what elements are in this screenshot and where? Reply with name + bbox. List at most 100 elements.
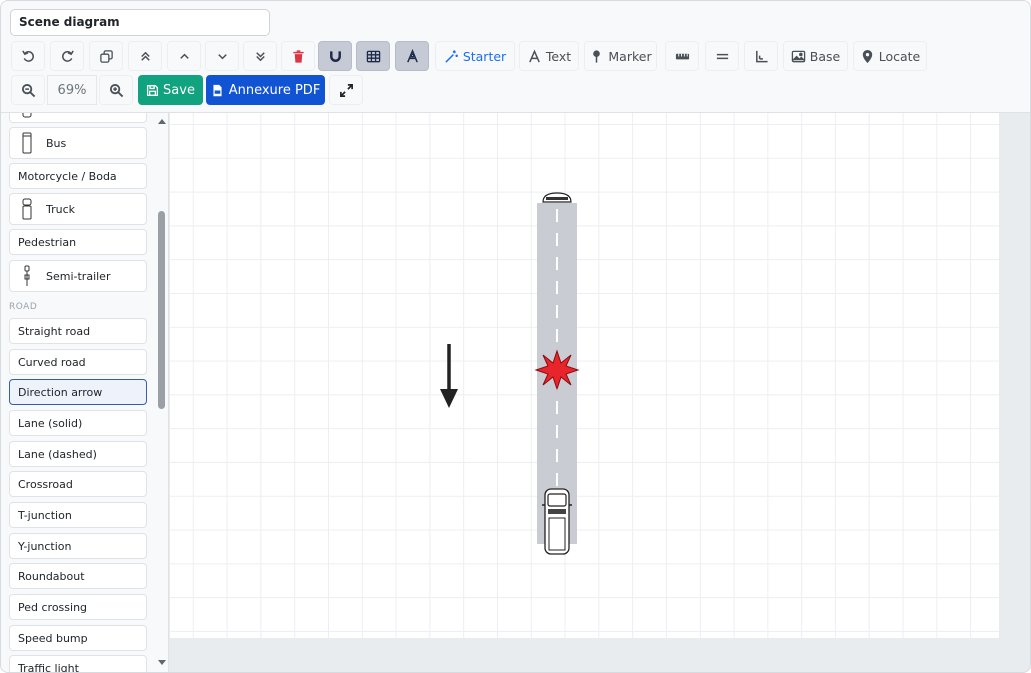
scroll-down-arrow[interactable] <box>156 658 168 668</box>
palette-item-label: Bus <box>46 136 67 150</box>
chevron-down-icon <box>217 53 227 59</box>
element-palette: Bus Motorcycle / Boda Truck Pedestrian S… <box>1 113 169 673</box>
redo-icon <box>61 50 74 62</box>
marker-tool-label: Marker <box>608 48 652 64</box>
palette-item-y-junction[interactable]: Y-junction <box>9 533 147 559</box>
trash-icon <box>292 49 304 63</box>
palette-item-label: Traffic light <box>18 661 79 673</box>
palette-item-truck[interactable]: Truck <box>9 193 147 225</box>
vector-pen-icon <box>406 48 418 62</box>
palette-item-label: Direction arrow <box>18 385 103 399</box>
bring-to-front-button[interactable] <box>128 41 162 71</box>
sidebar-scrollbar-thumb[interactable] <box>158 211 165 409</box>
send-backward-button[interactable] <box>205 41 239 71</box>
palette-item-straight-road[interactable]: Straight road <box>9 318 147 344</box>
parallel-lines-button[interactable] <box>705 41 739 71</box>
equal-lines-icon <box>716 53 728 59</box>
palette-item-label: Truck <box>46 202 76 216</box>
redo-button[interactable] <box>50 41 84 71</box>
draw-tool-toggle[interactable] <box>395 41 429 71</box>
truck-thumbnail-icon <box>22 198 32 220</box>
car-thumbnail-icon <box>22 113 32 118</box>
expand-icon <box>339 83 353 97</box>
palette-item-motorcycle[interactable]: Motorcycle / Boda <box>9 163 147 189</box>
palette-item-label: T-junction <box>18 508 72 522</box>
undo-icon <box>21 50 34 62</box>
palette-item-speed-bump[interactable]: Speed bump <box>9 625 147 651</box>
palette-item-curved-road[interactable]: Curved road <box>9 349 147 375</box>
palette-item-label: Speed bump <box>18 631 88 645</box>
palette-item-label: Motorcycle / Boda <box>18 169 117 183</box>
double-chevron-down-icon <box>255 51 265 61</box>
palette-item-label: Straight road <box>18 324 91 338</box>
text-icon <box>528 48 540 62</box>
bus-thumbnail-icon <box>22 132 32 154</box>
undo-button[interactable] <box>11 41 45 71</box>
set-square-icon <box>755 50 768 62</box>
section-label-road: ROAD <box>9 302 38 312</box>
palette-item-semi-trailer[interactable]: Semi-trailer <box>9 260 147 292</box>
marker-tool-button[interactable]: Marker <box>584 41 657 71</box>
base-map-label: Base <box>809 48 841 64</box>
palette-item-label: Crossroad <box>18 477 73 491</box>
save-label: Save <box>163 82 195 98</box>
palette-item-direction-arrow[interactable]: Direction arrow <box>9 379 147 405</box>
zoom-out-button[interactable] <box>11 75 45 105</box>
angle-ruler-button[interactable] <box>744 41 778 71</box>
palette-item-bus[interactable]: Bus <box>9 127 147 159</box>
pdf-file-icon <box>213 84 222 96</box>
palette-item-crossroad[interactable]: Crossroad <box>9 471 147 497</box>
locate-label: Locate <box>878 48 921 64</box>
palette-item-label: Lane (solid) <box>18 416 83 430</box>
app-window: Scene diagram Starter Text Marker Base L… <box>0 0 1031 673</box>
duplicate-button[interactable] <box>89 41 123 71</box>
zoom-level: 69% <box>47 75 97 105</box>
palette-item-label: Ped crossing <box>18 600 88 614</box>
locate-button[interactable]: Locate <box>853 41 927 71</box>
palette-item-pedestrian[interactable]: Pedestrian <box>9 229 147 255</box>
grid-toggle[interactable] <box>356 41 390 71</box>
text-tool-button[interactable]: Text <box>519 41 579 71</box>
palette-item-label: Y-junction <box>18 539 72 553</box>
scroll-up-arrow[interactable] <box>156 116 168 126</box>
magnet-icon <box>329 50 341 62</box>
palette-item-car[interactable] <box>9 113 147 123</box>
toolbar: Scene diagram Starter Text Marker Base L… <box>1 1 1030 113</box>
diagram-title-input[interactable]: Scene diagram <box>10 9 270 36</box>
palette-item-lane-solid[interactable]: Lane (solid) <box>9 410 147 436</box>
palette-item-ped-crossing[interactable]: Ped crossing <box>9 594 147 620</box>
starter-label: Starter <box>462 48 507 64</box>
fullscreen-button[interactable] <box>329 75 363 105</box>
palette-item-roundabout[interactable]: Roundabout <box>9 563 147 589</box>
bring-forward-button[interactable] <box>167 41 201 71</box>
palette-item-traffic-light[interactable]: Traffic light <box>9 655 147 673</box>
direction-arrow[interactable] <box>440 344 458 408</box>
grid-icon <box>366 50 380 62</box>
snap-toggle[interactable] <box>318 41 352 71</box>
zoom-in-button[interactable] <box>99 75 133 105</box>
double-chevron-up-icon <box>140 51 150 61</box>
base-map-button[interactable]: Base <box>783 41 848 71</box>
palette-item-label: Lane (dashed) <box>18 447 97 461</box>
palette-item-label: Roundabout <box>18 569 85 583</box>
zoom-in-icon <box>109 83 123 97</box>
save-button[interactable]: Save <box>138 75 203 105</box>
duplicate-icon <box>99 49 113 63</box>
annexure-pdf-button[interactable]: Annexure PDF <box>206 75 325 105</box>
floppy-disk-icon <box>147 84 159 96</box>
pin-icon <box>593 49 601 63</box>
location-pin-icon <box>862 49 872 63</box>
send-to-back-button[interactable] <box>243 41 277 71</box>
palette-item-label: Curved road <box>18 355 86 369</box>
annexure-pdf-label: Annexure PDF <box>228 82 321 98</box>
vehicle-top[interactable] <box>542 192 572 203</box>
starter-button[interactable]: Starter <box>435 41 515 71</box>
delete-button[interactable] <box>281 41 315 71</box>
ruler-button[interactable] <box>665 41 699 71</box>
canvas-elements <box>440 192 580 555</box>
semi-trailer-thumbnail-icon <box>24 265 30 286</box>
palette-item-lane-dashed[interactable]: Lane (dashed) <box>9 441 147 467</box>
vehicle-bottom[interactable] <box>542 488 572 555</box>
palette-item-t-junction[interactable]: T-junction <box>9 502 147 528</box>
palette-item-label: Semi-trailer <box>46 269 111 283</box>
